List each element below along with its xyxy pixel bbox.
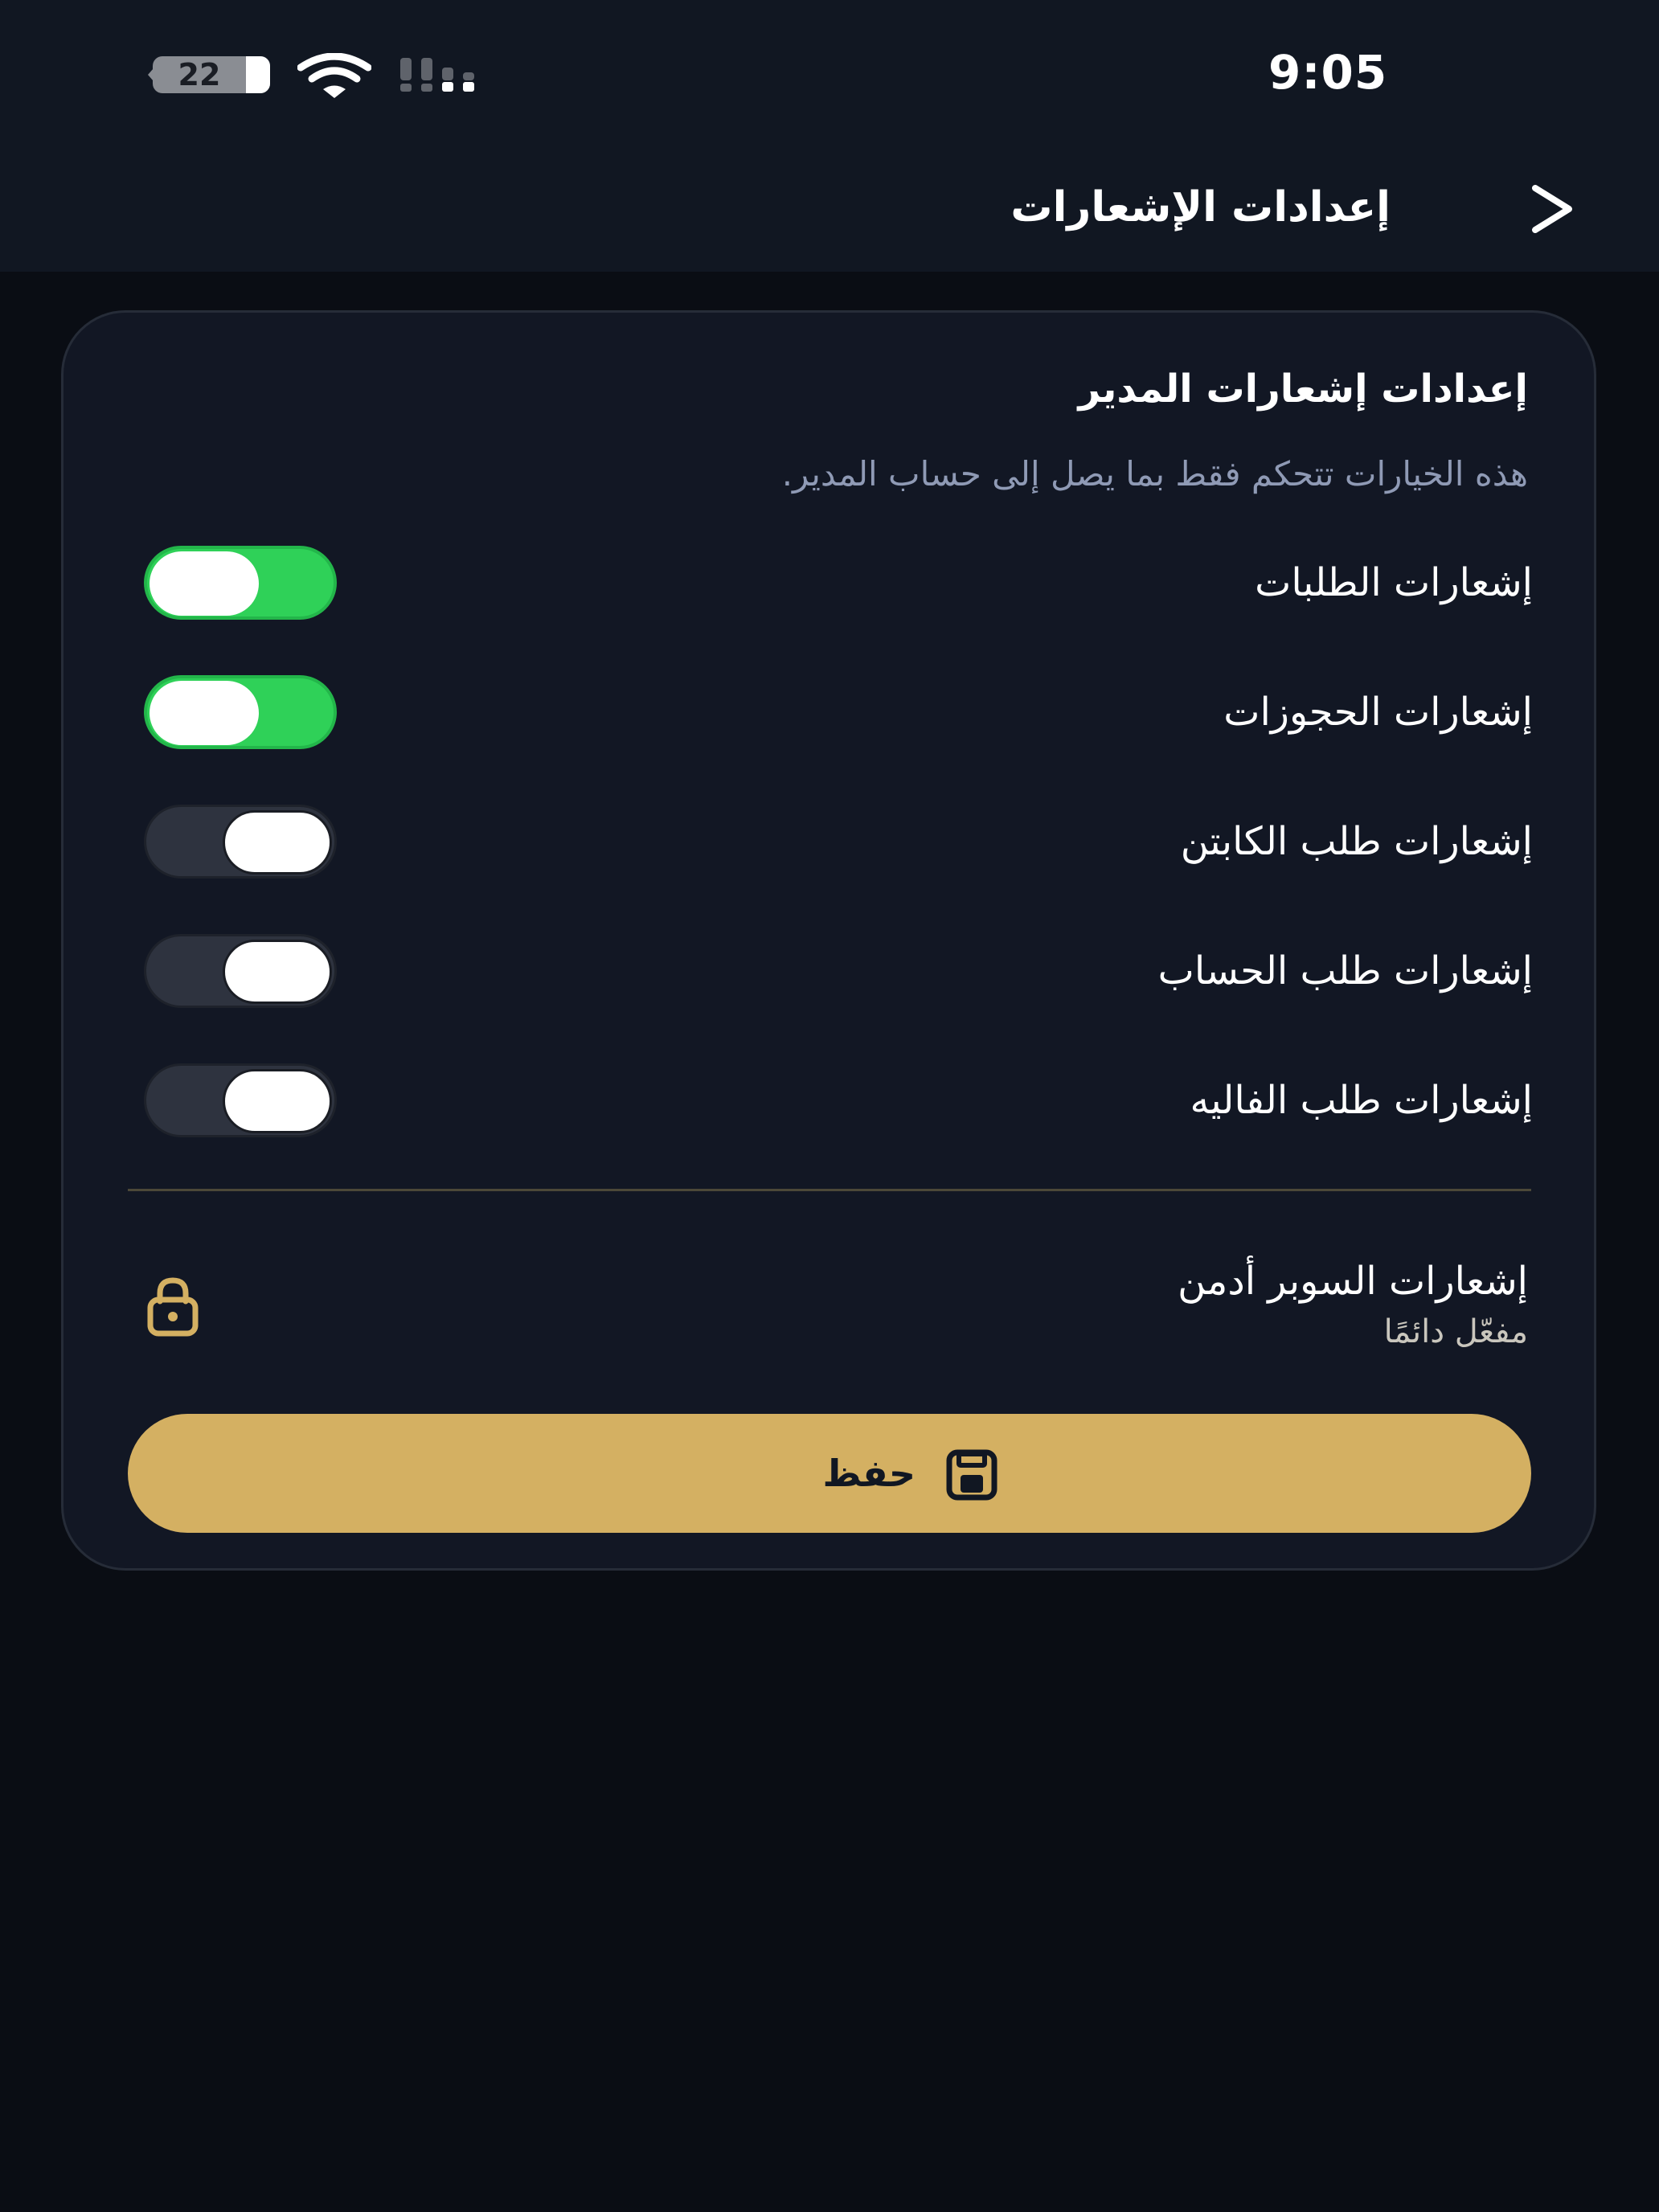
battery-icon: 22 — [153, 56, 270, 93]
orders-notifications-toggle[interactable] — [144, 546, 337, 620]
save-button[interactable]: حفظ — [128, 1414, 1531, 1533]
toggle-label-bookings: إشعارات الحجوزات — [1223, 690, 1533, 735]
battery-level: 22 — [178, 57, 221, 92]
page-title: إعدادات الإشعارات — [1010, 183, 1391, 231]
toggle-row-valet: إشعارات طلب الفاليه — [144, 1060, 1533, 1141]
toggle-row-orders: إشعارات الطلبات — [144, 543, 1533, 623]
save-button-label: حفظ — [822, 1452, 916, 1495]
toggle-knob — [223, 1069, 332, 1133]
bookings-notifications-toggle[interactable] — [144, 675, 337, 749]
captain-request-toggle[interactable] — [144, 805, 337, 879]
toggle-label-valet: إشعارات طلب الفاليه — [1190, 1078, 1534, 1123]
top-bar: 22 9:05 إعدادات الإشعارات — [0, 0, 1659, 272]
super-admin-subtitle: مفعّل دائمًا — [1383, 1313, 1528, 1350]
card-description: هذه الخيارات تتحكم فقط بما يصل إلى حساب … — [781, 454, 1528, 494]
divider — [128, 1189, 1531, 1191]
toggle-row-bookings: إشعارات الحجوزات — [144, 672, 1533, 752]
cellular-signal-icon — [400, 58, 474, 92]
valet-request-toggle[interactable] — [144, 1063, 337, 1137]
toggle-row-captain: إشعارات طلب الكابتن — [144, 801, 1533, 882]
wifi-icon — [297, 53, 371, 98]
card-title: إعدادات إشعارات المدير — [1078, 367, 1528, 412]
super-admin-title: إشعارات السوبر أدمن — [1178, 1259, 1528, 1304]
toggle-knob — [223, 810, 332, 875]
toggle-knob — [150, 681, 259, 745]
status-time: 9:05 — [1268, 45, 1388, 100]
toggle-label-captain: إشعارات طلب الكابتن — [1180, 819, 1533, 864]
account-request-toggle[interactable] — [144, 934, 337, 1008]
toggle-knob — [150, 551, 259, 616]
toggle-label-orders: إشعارات الطلبات — [1255, 560, 1533, 605]
toggle-label-account: إشعارات طلب الحساب — [1157, 948, 1533, 993]
save-icon — [946, 1449, 997, 1501]
lock-icon — [147, 1277, 199, 1337]
admin-notifications-card: إعدادات إشعارات المدير هذه الخيارات تتحك… — [61, 310, 1596, 1571]
toggle-row-account: إشعارات طلب الحساب — [144, 931, 1533, 1011]
toggle-knob — [223, 940, 332, 1004]
chevron-right-icon[interactable] — [1519, 177, 1583, 241]
